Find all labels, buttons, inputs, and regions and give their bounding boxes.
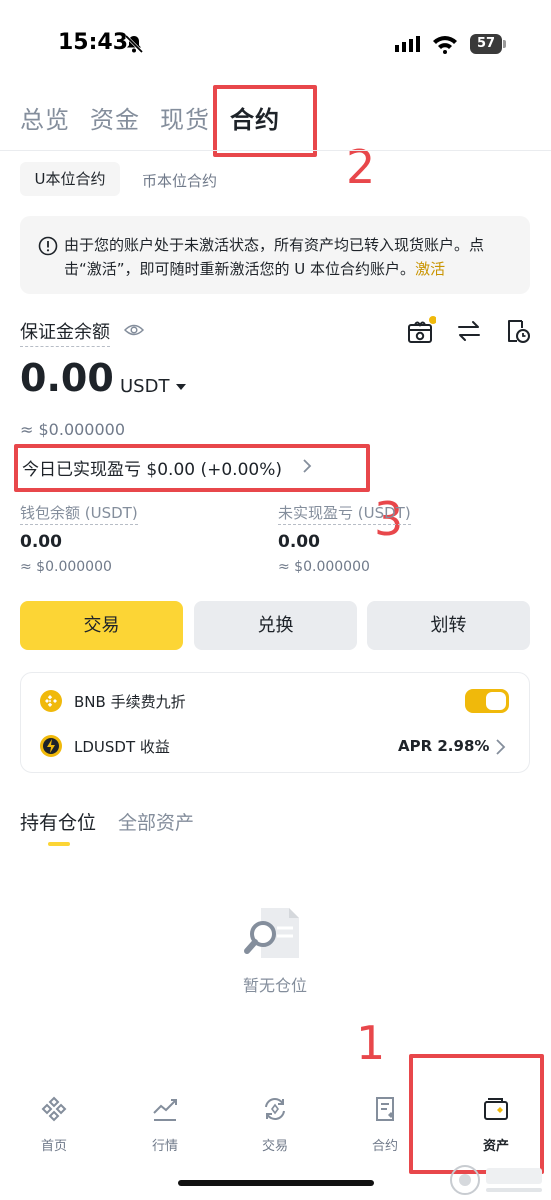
order-history-icon[interactable] [505, 318, 531, 344]
nav-futures[interactable]: 合约 [345, 1095, 425, 1154]
active-tab-indicator [48, 842, 70, 846]
margin-balance-usd: ≈ $0.000000 [20, 420, 126, 439]
wallet-icon [484, 1098, 508, 1120]
futures-document-icon [376, 1097, 394, 1121]
currency-selector[interactable]: USDT [120, 376, 169, 397]
annotation-box-futures-tab [213, 85, 317, 157]
annotation-number-1: 1 [356, 1016, 386, 1070]
nav-assets-label: 资产 [482, 1139, 509, 1154]
nav-futures-label: 合约 [371, 1139, 398, 1154]
chevron-right-icon[interactable] [494, 738, 506, 756]
markets-chart-icon [153, 1099, 177, 1121]
wallet-balance-usd: ≈ $0.000000 [20, 559, 112, 575]
annotation-box-pnl [14, 444, 370, 492]
tab-funding[interactable]: 资金 [90, 100, 140, 135]
bnb-fee-discount-label: BNB 手续费九折 [74, 693, 186, 711]
nav-assets[interactable]: 资产 [456, 1095, 536, 1154]
transfer-icon[interactable] [457, 320, 481, 342]
battery-indicator: 57 [470, 34, 502, 54]
options-card [20, 672, 530, 773]
eye-icon[interactable] [124, 322, 144, 338]
bnb-icon [40, 690, 62, 712]
subtab-usdm-futures[interactable]: U本位合约 [20, 162, 120, 196]
nav-markets-label: 行情 [151, 1139, 178, 1154]
apr-value: APR 2.98% [398, 737, 490, 755]
unrealized-pnl-label[interactable]: 未实现盈亏 (USDT) [278, 502, 411, 525]
tab-all-assets[interactable]: 全部资产 [118, 808, 194, 835]
nav-markets[interactable]: 行情 [125, 1095, 205, 1154]
nav-home[interactable]: 首页 [14, 1095, 94, 1154]
empty-state-text: 暂无仓位 [243, 976, 308, 995]
empty-search-icon [244, 908, 299, 958]
notice-text: 由于您的账户处于未激活状态，所有资产均已转入现货账户。点击“激活”，即可随时重新… [64, 236, 485, 278]
battery-tip [503, 40, 506, 48]
wifi-icon [433, 36, 457, 54]
toggle-knob [486, 692, 506, 710]
nav-trade[interactable]: 交易 [235, 1095, 315, 1154]
wallet-balance-label[interactable]: 钱包余额 (USDT) [20, 502, 138, 525]
activate-link[interactable]: 激活 [415, 260, 445, 278]
convert-button[interactable]: 兑换 [194, 601, 357, 650]
nav-trade-label: 交易 [261, 1139, 288, 1154]
gift-card-icon[interactable] [406, 316, 436, 346]
unrealized-pnl-usd: ≈ $0.000000 [278, 559, 370, 575]
signal-icon [395, 36, 420, 52]
status-time: 15:43 [58, 30, 129, 55]
ldusdt-icon [40, 735, 62, 757]
annotation-number-2: 2 [346, 140, 376, 194]
tab-spot[interactable]: 现货 [160, 100, 210, 135]
margin-balance-label[interactable]: 保证金余额 [20, 318, 110, 347]
bell-muted-icon [124, 34, 144, 54]
trade-swap-icon [265, 1098, 285, 1120]
home-indicator [178, 1180, 374, 1186]
tabs-divider [0, 150, 551, 151]
wallet-balance-value: 0.00 [20, 532, 62, 552]
info-icon [38, 236, 58, 256]
caret-down-icon[interactable] [176, 384, 186, 391]
tab-open-positions[interactable]: 持有仓位 [20, 808, 96, 835]
margin-balance-amount: 0.00 [20, 356, 114, 400]
trade-button[interactable]: 交易 [20, 601, 183, 650]
nav-home-label: 首页 [40, 1139, 67, 1154]
watermark-logo [450, 1165, 542, 1195]
binance-home-icon [41, 1096, 67, 1122]
subtab-coinm-futures[interactable]: 币本位合约 [142, 170, 217, 191]
unrealized-pnl-value: 0.00 [278, 532, 320, 552]
transfer-button[interactable]: 划转 [367, 601, 530, 650]
ldusdt-earnings-label[interactable]: LDUSDT 收益 [74, 736, 170, 757]
tab-overview[interactable]: 总览 [20, 100, 70, 135]
